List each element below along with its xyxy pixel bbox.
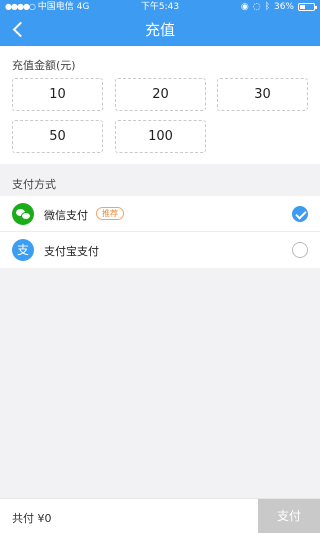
bluetooth-icon: ᛒ bbox=[264, 2, 270, 12]
top-bar: ●●●●○ 中国电信 4G 下午5:43 ◉ ◌ ᛒ 36% 充值 bbox=[0, 0, 320, 46]
radio-checked-icon[interactable] bbox=[292, 206, 308, 222]
wechat-icon bbox=[12, 203, 34, 225]
battery-icon bbox=[298, 3, 317, 11]
amount-option-20[interactable]: 20 bbox=[115, 78, 206, 111]
total-value: 0 bbox=[44, 512, 52, 525]
status-bar: ●●●●○ 中国电信 4G 下午5:43 ◉ ◌ ᛒ 36% bbox=[0, 0, 320, 14]
alarm-icon: ◌ bbox=[252, 2, 261, 12]
alipay-icon: 支 bbox=[12, 239, 34, 261]
total-amount: 共付 ¥0 bbox=[12, 510, 52, 526]
page-title: 充值 bbox=[144, 21, 175, 39]
payment-method-label: 支付方式 bbox=[12, 178, 56, 191]
radio-unchecked-icon[interactable] bbox=[292, 242, 308, 258]
amount-option-50[interactable]: 50 bbox=[12, 120, 103, 153]
payment-name: 微信支付 bbox=[44, 209, 88, 222]
total-prefix: 共付 ¥ bbox=[12, 512, 45, 525]
amount-option-10[interactable]: 10 bbox=[12, 78, 103, 111]
payment-option-wechat[interactable]: 微信支付 推荐 bbox=[0, 196, 320, 232]
recommended-badge: 推荐 bbox=[96, 207, 124, 220]
amount-section: 充值金额(元) 10 20 30 50 100 bbox=[0, 46, 320, 164]
location-icon: ◉ bbox=[240, 2, 249, 12]
amount-option-30[interactable]: 30 bbox=[217, 78, 308, 111]
payment-option-alipay[interactable]: 支 支付宝支付 bbox=[0, 232, 320, 268]
amount-label: 充值金额(元) bbox=[12, 59, 76, 72]
nav-bar: 充值 bbox=[0, 14, 320, 46]
amount-option-100[interactable]: 100 bbox=[115, 120, 206, 153]
payment-name: 支付宝支付 bbox=[44, 245, 99, 258]
battery-fill bbox=[300, 5, 305, 9]
footer-bar: 共付 ¥0 支付 bbox=[0, 498, 320, 533]
battery-percent: 36% bbox=[273, 2, 294, 12]
pay-button[interactable]: 支付 bbox=[258, 499, 320, 533]
